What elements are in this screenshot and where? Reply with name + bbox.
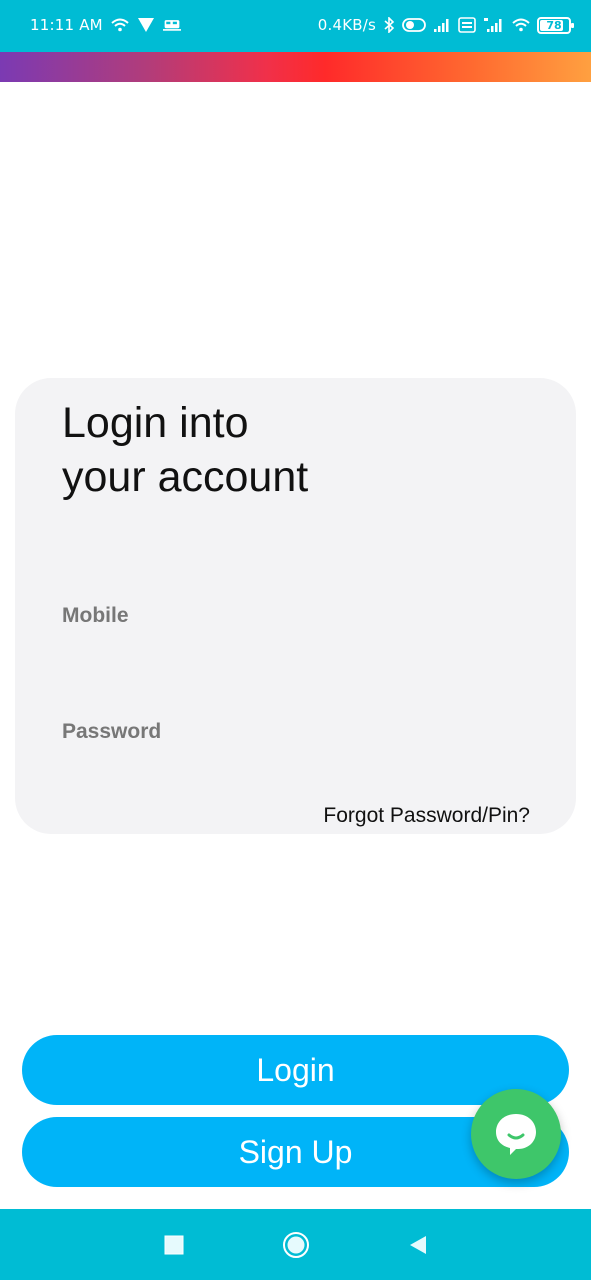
- navigation-bar: [0, 1209, 591, 1280]
- page-title: Login into your account: [62, 396, 308, 504]
- train-icon: [162, 17, 181, 33]
- wifi-icon: [111, 17, 129, 33]
- network-speed: 0.4KB/s: [317, 16, 376, 34]
- mobile-label: Mobile: [62, 604, 129, 627]
- title-line-1: Login into: [62, 399, 249, 447]
- battery-level: 78: [546, 18, 562, 32]
- wifi-icon-right: [512, 17, 530, 33]
- status-bar: 11:11 AM 0.4KB/s 78: [0, 0, 591, 52]
- home-button[interactable]: [266, 1209, 326, 1280]
- signal-icon: [433, 17, 451, 33]
- status-bar-right: 0.4KB/s 78: [317, 14, 574, 36]
- vpn-icon: [137, 17, 155, 33]
- login-card: Login into your account Mobile Password …: [15, 378, 576, 834]
- mobile-input[interactable]: [62, 632, 532, 672]
- status-bar-left: 11:11 AM: [30, 14, 181, 36]
- triangle-back-icon: [407, 1234, 429, 1256]
- password-input[interactable]: [62, 748, 532, 788]
- bluetooth-icon: [383, 17, 395, 33]
- password-label: Password: [62, 720, 162, 743]
- battery-icon: 78: [537, 16, 574, 34]
- header-gradient-bar: [0, 52, 591, 82]
- login-button[interactable]: Login: [22, 1035, 569, 1105]
- recents-button[interactable]: [144, 1209, 204, 1280]
- chat-button[interactable]: [471, 1089, 561, 1179]
- volte-icon: [458, 17, 476, 33]
- forgot-password-link[interactable]: Forgot Password/Pin?: [323, 804, 530, 828]
- back-button[interactable]: [388, 1209, 448, 1280]
- title-line-2: your account: [62, 453, 309, 501]
- signal-4g-icon: [483, 17, 505, 33]
- square-recents-icon: [164, 1235, 184, 1255]
- chat-bubble-icon: [490, 1108, 542, 1160]
- status-time: 11:11 AM: [30, 16, 103, 34]
- toggle-icon: [402, 17, 426, 33]
- circle-home-icon: [282, 1231, 310, 1259]
